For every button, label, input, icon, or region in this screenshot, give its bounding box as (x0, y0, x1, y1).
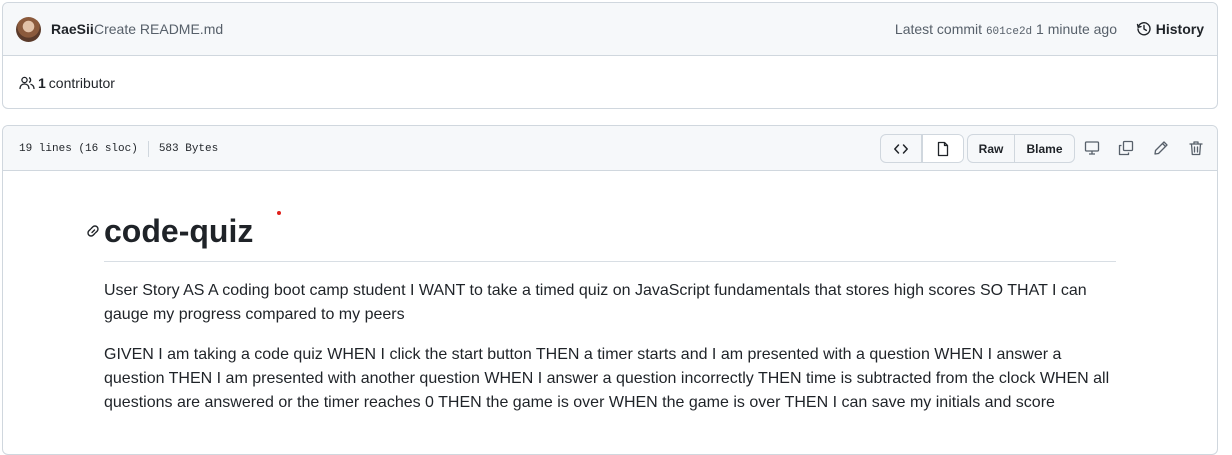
contributors-row[interactable]: 1 contributor (19, 75, 115, 91)
divider (147, 141, 149, 157)
blame-button[interactable]: Blame (1015, 135, 1074, 162)
display-button[interactable] (1083, 139, 1101, 157)
delete-button[interactable] (1187, 139, 1205, 157)
readme-paragraph: User Story AS A coding boot camp student… (104, 282, 1087, 323)
history-icon (1136, 22, 1151, 36)
commit-author[interactable]: RaeSii (51, 21, 94, 37)
history-label: History (1155, 21, 1204, 37)
view-toggle (880, 134, 964, 163)
code-icon (894, 143, 908, 154)
latest-commit-label: Latest commit (894, 21, 983, 37)
file-box: 19 lines (16 sloc) 583 Bytes Raw Blame c… (2, 125, 1218, 455)
people-icon (19, 76, 35, 90)
latest-commit-info: Latest commit 601ce2d 1 minute ago (895, 21, 1117, 38)
avatar[interactable] (16, 17, 41, 42)
contributor-label: contributor (48, 75, 115, 91)
trash-icon (1189, 141, 1203, 156)
latest-commit-bar: RaeSii Create README.md Latest commit 60… (3, 3, 1217, 56)
commit-box: RaeSii Create README.md Latest commit 60… (2, 2, 1218, 109)
title-divider (104, 261, 1116, 262)
code-view-button[interactable] (881, 135, 922, 162)
history-button[interactable]: History (1136, 21, 1204, 37)
readme-title: code-quiz (104, 213, 254, 249)
commit-message[interactable]: Create README.md (94, 21, 223, 37)
commit-time: 1 minute ago (1036, 21, 1117, 37)
preview-button[interactable] (922, 135, 963, 162)
cursor-dot (277, 211, 281, 215)
file-size: 583 Bytes (158, 143, 219, 155)
copy-button[interactable] (1117, 139, 1135, 157)
pencil-icon (1154, 141, 1168, 155)
readme-paragraph: GIVEN I am taking a code quiz WHEN I cli… (104, 346, 1110, 411)
file-line-count: 19 lines (16 sloc) (19, 143, 138, 155)
contributor-count: 1 (38, 75, 46, 91)
raw-button[interactable]: Raw (968, 135, 1015, 162)
file-info: 19 lines (16 sloc) 583 Bytes (19, 141, 218, 157)
commit-sha[interactable]: 601ce2d (986, 26, 1032, 38)
link-icon[interactable] (85, 223, 101, 239)
desktop-icon (1084, 141, 1100, 155)
edit-button[interactable] (1152, 139, 1170, 157)
copy-icon (1118, 140, 1134, 156)
raw-blame-group: Raw Blame (967, 134, 1075, 163)
file-header: 19 lines (16 sloc) 583 Bytes Raw Blame (3, 126, 1217, 171)
file-icon (937, 141, 949, 156)
